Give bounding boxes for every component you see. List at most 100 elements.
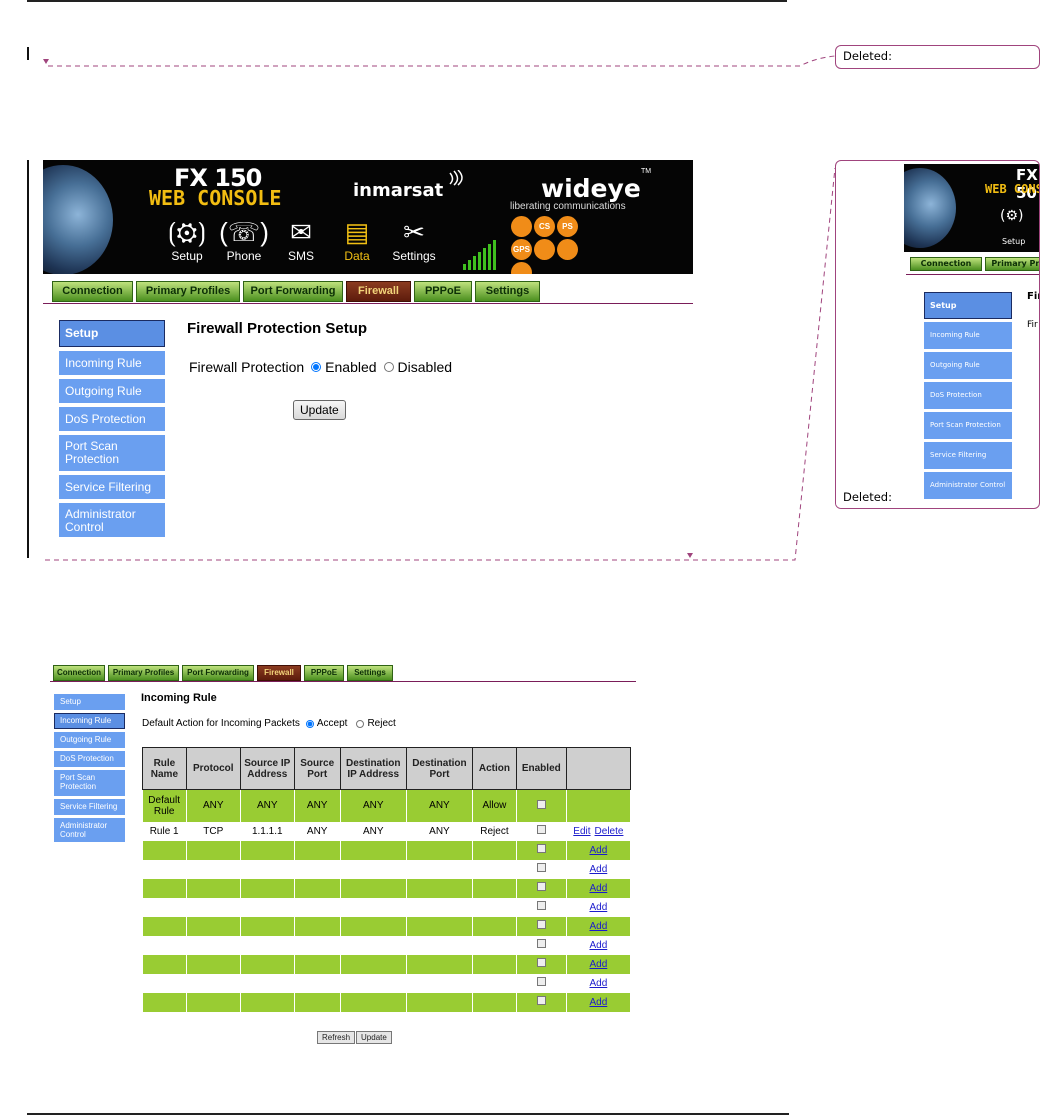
enabled-checkbox[interactable]	[536, 939, 546, 948]
add-link[interactable]: Add	[589, 959, 607, 970]
brand-subtitle: WEB CONSOLE	[149, 186, 282, 210]
table-cell	[340, 954, 407, 974]
table-cell	[472, 954, 517, 974]
accept-radio[interactable]	[305, 719, 314, 728]
table-cell	[294, 935, 341, 955]
tab-primary-profiles[interactable]: Primary Profiles	[108, 665, 179, 681]
table-cell	[142, 897, 187, 917]
add-link[interactable]: Add	[589, 940, 607, 951]
nav-data[interactable]: ▤ Data	[329, 215, 385, 263]
sidebar-item-setup[interactable]: Setup	[54, 694, 125, 710]
firewall-sidebar: Setup Incoming Rule Outgoing Rule DoS Pr…	[59, 320, 165, 541]
monitor-icon: ▤	[344, 217, 370, 247]
tab-firewall[interactable]: Firewall	[346, 281, 411, 302]
sidebar-item-dos-protection[interactable]: DoS Protection	[59, 407, 165, 431]
incoming-sidebar: Setup Incoming Rule Outgoing Rule DoS Pr…	[54, 694, 125, 845]
tab-underline	[43, 303, 693, 304]
add-link[interactable]: Add	[589, 978, 607, 989]
tab-port-forwarding[interactable]: Port Forwarding	[182, 665, 254, 681]
tab-port-forwarding[interactable]: Port Forwarding	[243, 281, 343, 302]
enabled-checkbox[interactable]	[536, 863, 546, 872]
table-cell	[472, 935, 517, 955]
reject-radio[interactable]	[356, 719, 365, 728]
enabled-checkbox[interactable]	[536, 958, 546, 967]
add-link[interactable]: Add	[589, 883, 607, 894]
sidebar-item-setup[interactable]: Setup	[59, 320, 165, 347]
nav-settings[interactable]: ✂ Settings	[386, 215, 442, 263]
incoming-tab-underline	[50, 681, 636, 682]
actions-cell: Add	[566, 859, 632, 879]
sidebar-item-outgoing-rule[interactable]: Outgoing Rule	[54, 732, 125, 748]
nav-setup[interactable]: ⟮⚙⟯ Setup	[159, 215, 215, 263]
sidebar-item-incoming-rule[interactable]: Incoming Rule	[59, 351, 165, 375]
enabled-label: Enabled	[325, 359, 377, 375]
preview-item-dos-protection: DoS Protection	[924, 382, 1012, 409]
sidebar-item-administrator-control[interactable]: Administrator Control	[54, 818, 125, 842]
table-cell	[294, 916, 341, 936]
table-cell: ANY	[186, 789, 241, 822]
nav-sms[interactable]: ✉ SMS	[273, 215, 329, 263]
table-row: Add	[142, 859, 632, 879]
enabled-cell	[516, 935, 567, 955]
enabled-checkbox[interactable]	[536, 825, 546, 834]
enabled-checkbox[interactable]	[536, 844, 546, 853]
add-link[interactable]: Add	[589, 902, 607, 913]
table-cell	[142, 935, 187, 955]
sidebar-item-port-scan-protection[interactable]: Port Scan Protection	[59, 435, 165, 471]
preview-item-admin-control: Administrator Control	[924, 472, 1012, 499]
add-link[interactable]: Add	[589, 997, 607, 1008]
table-cell	[294, 954, 341, 974]
enabled-cell	[516, 840, 567, 860]
preview-tabs: Connection Primary Prot	[910, 257, 1039, 271]
actions-cell: Add	[566, 954, 632, 974]
tab-settings[interactable]: Settings	[475, 281, 540, 302]
table-cell	[406, 840, 474, 860]
page-title: Firewall Protection Setup	[187, 320, 368, 337]
sidebar-item-incoming-rule[interactable]: Incoming Rule	[54, 713, 125, 729]
table-cell	[186, 992, 241, 1012]
enabled-checkbox[interactable]	[536, 920, 546, 929]
add-link[interactable]: Add	[589, 864, 607, 875]
tab-connection[interactable]: Connection	[52, 281, 133, 302]
update-button[interactable]: Update	[293, 400, 346, 420]
sidebar-item-port-scan-protection[interactable]: Port Scan Protection	[54, 770, 125, 796]
enabled-cell	[516, 973, 567, 993]
sidebar-item-service-filtering[interactable]: Service Filtering	[59, 475, 165, 499]
sidebar-item-administrator-control[interactable]: Administrator Control	[59, 503, 165, 537]
add-link[interactable]: Add	[589, 845, 607, 856]
tab-pppoe[interactable]: PPPoE	[304, 665, 344, 681]
enabled-radio[interactable]	[311, 362, 322, 372]
table-cell	[406, 935, 474, 955]
tab-firewall[interactable]: Firewall	[257, 665, 301, 681]
refresh-button[interactable]: Refresh	[317, 1031, 356, 1044]
table-cell	[240, 840, 295, 860]
preview-item-port-scan: Port Scan Protection	[924, 412, 1012, 439]
enabled-checkbox[interactable]	[536, 882, 546, 891]
enabled-checkbox[interactable]	[536, 977, 546, 986]
enabled-checkbox[interactable]	[536, 799, 546, 809]
delete-link[interactable]: Delete	[595, 826, 624, 837]
sidebar-item-dos-protection[interactable]: DoS Protection	[54, 751, 125, 767]
enabled-checkbox[interactable]	[536, 901, 546, 910]
default-action-label: Default Action for Incoming Packets	[142, 718, 300, 729]
table-cell	[294, 897, 341, 917]
nav-phone[interactable]: (☏) Phone	[216, 215, 272, 263]
tab-primary-profiles[interactable]: Primary Profiles	[136, 281, 240, 302]
table-row: Add	[142, 897, 632, 917]
disabled-radio[interactable]	[383, 362, 394, 372]
update-button[interactable]: Update	[356, 1031, 392, 1044]
edit-link[interactable]: Edit	[573, 826, 590, 837]
table-cell	[142, 973, 187, 993]
table-header-row: Rule Name Protocol Source IP Address Sou…	[142, 747, 632, 790]
add-link[interactable]: Add	[589, 921, 607, 932]
table-row: Add	[142, 916, 632, 936]
tab-settings[interactable]: Settings	[347, 665, 393, 681]
tab-pppoe[interactable]: PPPoE	[414, 281, 472, 302]
sidebar-item-outgoing-rule[interactable]: Outgoing Rule	[59, 379, 165, 403]
table-row: Add	[142, 935, 632, 955]
table-cell	[340, 859, 407, 879]
tab-connection[interactable]: Connection	[53, 665, 105, 681]
table-cell	[240, 935, 295, 955]
sidebar-item-service-filtering[interactable]: Service Filtering	[54, 799, 125, 815]
enabled-checkbox[interactable]	[536, 996, 546, 1005]
